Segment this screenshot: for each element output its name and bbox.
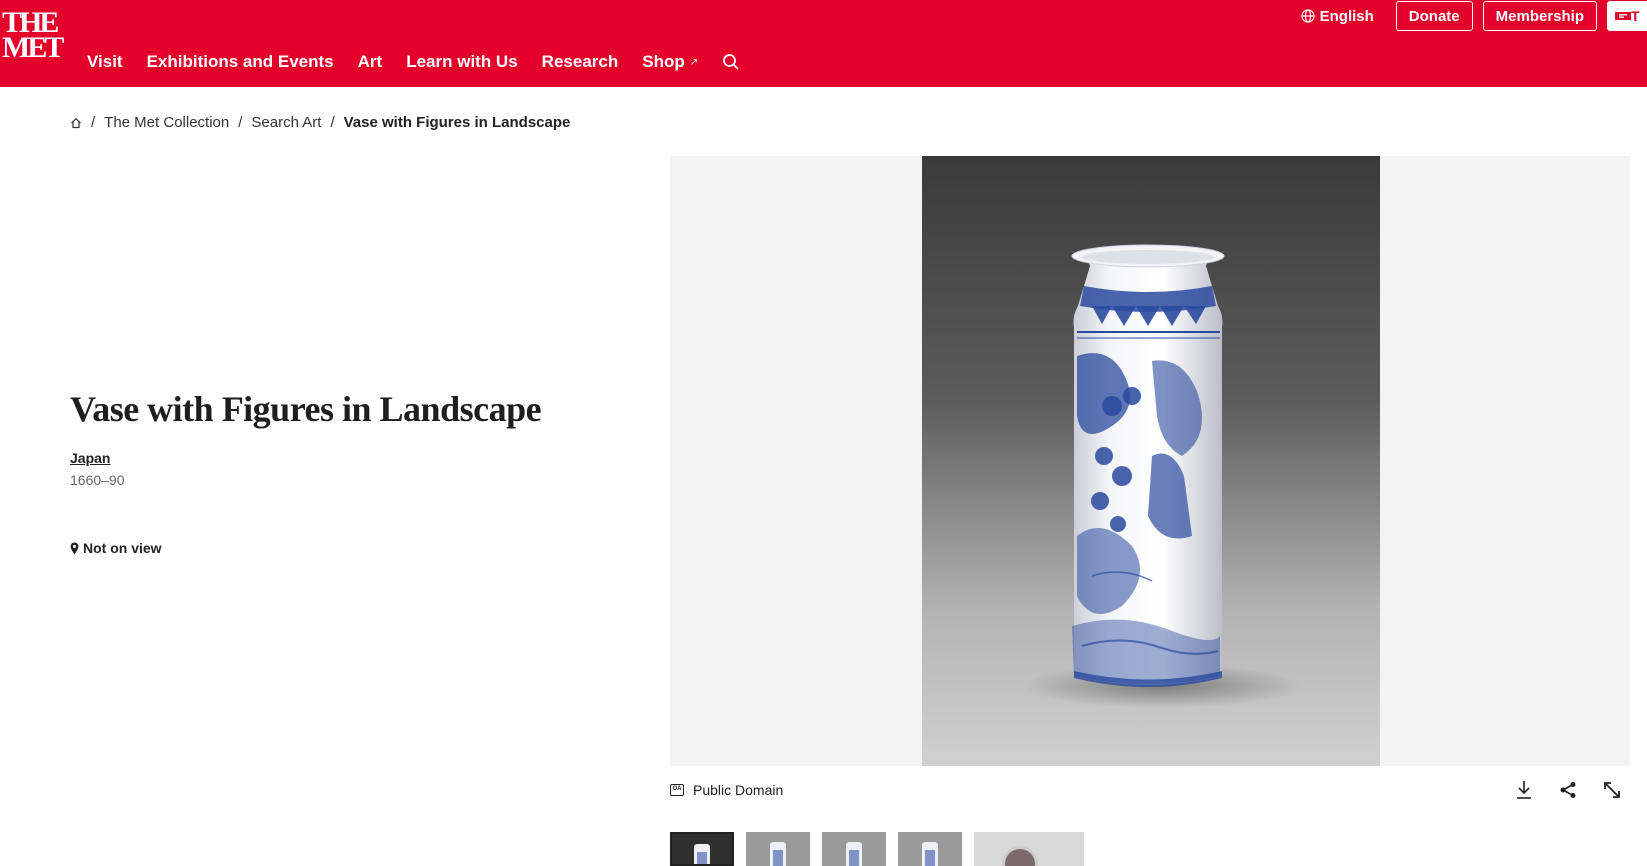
- donate-button[interactable]: Donate: [1395, 1, 1473, 31]
- thumbnail-vase: [846, 842, 862, 866]
- nav-exhibitions-and-events[interactable]: Exhibitions and Events: [147, 52, 334, 72]
- thumbnail-vase: [770, 842, 786, 866]
- globe-icon: [1301, 9, 1315, 23]
- nav-label: Art: [357, 52, 383, 71]
- breadcrumb-search-art[interactable]: Search Art: [251, 114, 321, 131]
- rights-label: Public Domain: [693, 782, 784, 798]
- breadcrumb-collection[interactable]: The Met Collection: [104, 114, 229, 131]
- on-view-status: Not on view: [70, 540, 162, 556]
- rights-statement[interactable]: OA Public Domain: [670, 782, 783, 798]
- download-button[interactable]: [1513, 779, 1535, 801]
- share-button[interactable]: [1557, 779, 1579, 801]
- breadcrumb-current: Vase with Figures in Landscape: [343, 114, 571, 131]
- nav-visit[interactable]: Visit: [87, 52, 123, 72]
- main-nav: Visit Exhibitions and Events Art Learn w…: [87, 52, 740, 72]
- site-header: THE MET English Donate Membership T Visi…: [0, 0, 1647, 87]
- language-selector[interactable]: English: [1301, 8, 1374, 25]
- ticket-icon: [1615, 12, 1631, 20]
- thumbnail-vase: [922, 842, 938, 866]
- fullscreen-button[interactable]: [1601, 779, 1623, 801]
- on-view-label: Not on view: [83, 540, 162, 556]
- artwork-culture-link[interactable]: Japan: [70, 450, 110, 466]
- nav-label: Exhibitions and Events: [146, 52, 334, 71]
- artwork-image[interactable]: [922, 156, 1380, 766]
- home-icon[interactable]: [70, 117, 82, 129]
- nav-label: Shop: [642, 52, 685, 71]
- artwork-date: 1660–90: [70, 472, 125, 488]
- image-actions: [1513, 779, 1623, 801]
- logo-line-2: MET: [2, 31, 64, 64]
- thumbnail[interactable]: [670, 832, 734, 866]
- tickets-button[interactable]: T: [1607, 1, 1647, 31]
- nav-learn-with-us[interactable]: Learn with Us: [406, 52, 517, 72]
- image-thumbnails: [670, 832, 1096, 866]
- met-logo[interactable]: THE MET: [2, 8, 64, 64]
- thumbnail[interactable]: [974, 832, 1084, 866]
- thumbnail[interactable]: [822, 832, 886, 866]
- location-pin-icon: [70, 542, 79, 554]
- membership-button[interactable]: Membership: [1482, 1, 1597, 31]
- thumbnail[interactable]: [746, 832, 810, 866]
- nav-label: Research: [541, 52, 619, 71]
- breadcrumb-separator: /: [238, 114, 243, 131]
- nav-shop[interactable]: Shop ↗: [642, 52, 698, 72]
- thumbnail-vase: [694, 844, 710, 864]
- artwork-image-panel[interactable]: [670, 156, 1630, 766]
- language-label: English: [1319, 7, 1374, 25]
- vase-illustration: [1022, 244, 1302, 708]
- utility-bar: English Donate Membership T: [1301, 0, 1647, 32]
- open-access-icon: OA: [670, 784, 684, 796]
- thumbnail[interactable]: [898, 832, 962, 866]
- breadcrumb: / The Met Collection / Search Art / Vase…: [70, 114, 570, 131]
- share-icon: [1560, 782, 1576, 798]
- expand-icon: [1604, 782, 1620, 798]
- thumbnail-base-view: [1002, 846, 1038, 866]
- nav-art[interactable]: Art: [358, 52, 383, 72]
- artwork-title: Vase with Figures in Landscape: [70, 389, 542, 429]
- breadcrumb-separator: /: [330, 114, 335, 131]
- nav-label: Visit: [87, 52, 123, 71]
- nav-label: Learn with Us: [406, 52, 518, 71]
- download-icon: [1517, 781, 1531, 799]
- tickets-label: T: [1631, 8, 1640, 24]
- nav-research[interactable]: Research: [542, 52, 619, 72]
- search-icon[interactable]: [722, 53, 740, 71]
- breadcrumb-separator: /: [91, 114, 96, 131]
- external-link-icon: ↗: [689, 56, 699, 68]
